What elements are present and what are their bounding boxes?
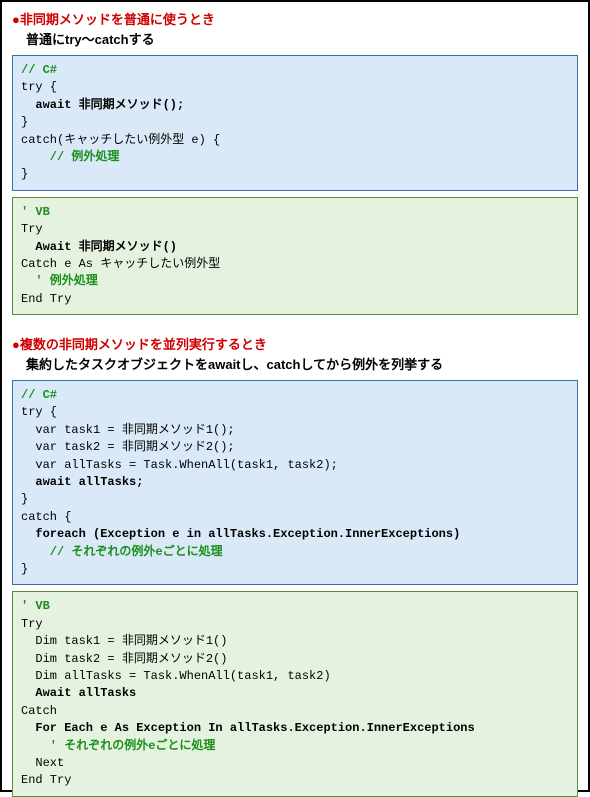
- code-line: }: [21, 562, 28, 576]
- code-line: }: [21, 167, 28, 181]
- section1-subtitle: 普通にtry～catchする: [26, 30, 578, 50]
- section-single-async: ●非同期メソッドを普通に使うとき 普通にtry～catchする // C# tr…: [12, 10, 578, 315]
- code-line: Next: [21, 756, 64, 770]
- code-line: catch {: [21, 510, 71, 524]
- code-line: }: [21, 492, 28, 506]
- section1-title: 非同期メソッドを普通に使うとき: [20, 12, 215, 27]
- code-comment: // 例外処理: [21, 150, 119, 164]
- code-comment: // C#: [21, 388, 57, 402]
- section1-vb-code: ' VB Try Await 非同期メソッド() Catch e As キャッチ…: [12, 197, 578, 315]
- section-multi-async: ●複数の非同期メソッドを並列実行するとき 集約したタスクオブジェクトをawait…: [12, 335, 578, 797]
- code-comment: ' それぞれの例外eごとに処理: [21, 739, 215, 753]
- section2-heading: ●複数の非同期メソッドを並列実行するとき 集約したタスクオブジェクトをawait…: [12, 335, 578, 374]
- code-line: catch(キャッチしたい例外型 e) {: [21, 133, 220, 147]
- code-comment: // C#: [21, 63, 57, 77]
- code-comment: // それぞれの例外eごとに処理: [21, 545, 223, 559]
- code-line: Await 非同期メソッド(): [21, 240, 177, 254]
- code-line: await allTasks;: [21, 475, 143, 489]
- section2-subtitle: 集約したタスクオブジェクトをawaitし、catchしてから例外を列挙する: [26, 355, 578, 375]
- code-line: Catch: [21, 704, 57, 718]
- code-line: Try: [21, 222, 43, 236]
- code-line: End Try: [21, 292, 71, 306]
- code-comment: ' VB: [21, 599, 50, 613]
- code-line: await 非同期メソッド();: [21, 98, 184, 112]
- code-comment: ' VB: [21, 205, 50, 219]
- section2-title: 複数の非同期メソッドを並列実行するとき: [20, 337, 267, 352]
- code-line: End Try: [21, 773, 71, 787]
- code-line: Dim allTasks = Task.WhenAll(task1, task2…: [21, 669, 331, 683]
- section2-vb-code: ' VB Try Dim task1 = 非同期メソッド1() Dim task…: [12, 591, 578, 796]
- code-line: Try: [21, 617, 43, 631]
- code-line: For Each e As Exception In allTasks.Exce…: [21, 721, 475, 735]
- code-line: foreach (Exception e in allTasks.Excepti…: [21, 527, 460, 541]
- section2-csharp-code: // C# try { var task1 = 非同期メソッド1(); var …: [12, 380, 578, 585]
- code-line: Dim task2 = 非同期メソッド2(): [21, 652, 227, 666]
- code-line: var task1 = 非同期メソッド1();: [21, 423, 235, 437]
- code-line: var task2 = 非同期メソッド2();: [21, 440, 235, 454]
- code-line: Catch e As キャッチしたい例外型: [21, 257, 220, 271]
- code-line: try {: [21, 80, 57, 94]
- code-line: Dim task1 = 非同期メソッド1(): [21, 634, 227, 648]
- code-line: }: [21, 115, 28, 129]
- code-comment: ' 例外処理: [21, 274, 98, 288]
- code-line: Await allTasks: [21, 686, 136, 700]
- bullet-icon: ●: [12, 12, 20, 27]
- code-line: try {: [21, 405, 57, 419]
- section1-csharp-code: // C# try { await 非同期メソッド(); } catch(キャッ…: [12, 55, 578, 191]
- code-line: var allTasks = Task.WhenAll(task1, task2…: [21, 458, 338, 472]
- bullet-icon: ●: [12, 337, 20, 352]
- section1-heading: ●非同期メソッドを普通に使うとき 普通にtry～catchする: [12, 10, 578, 49]
